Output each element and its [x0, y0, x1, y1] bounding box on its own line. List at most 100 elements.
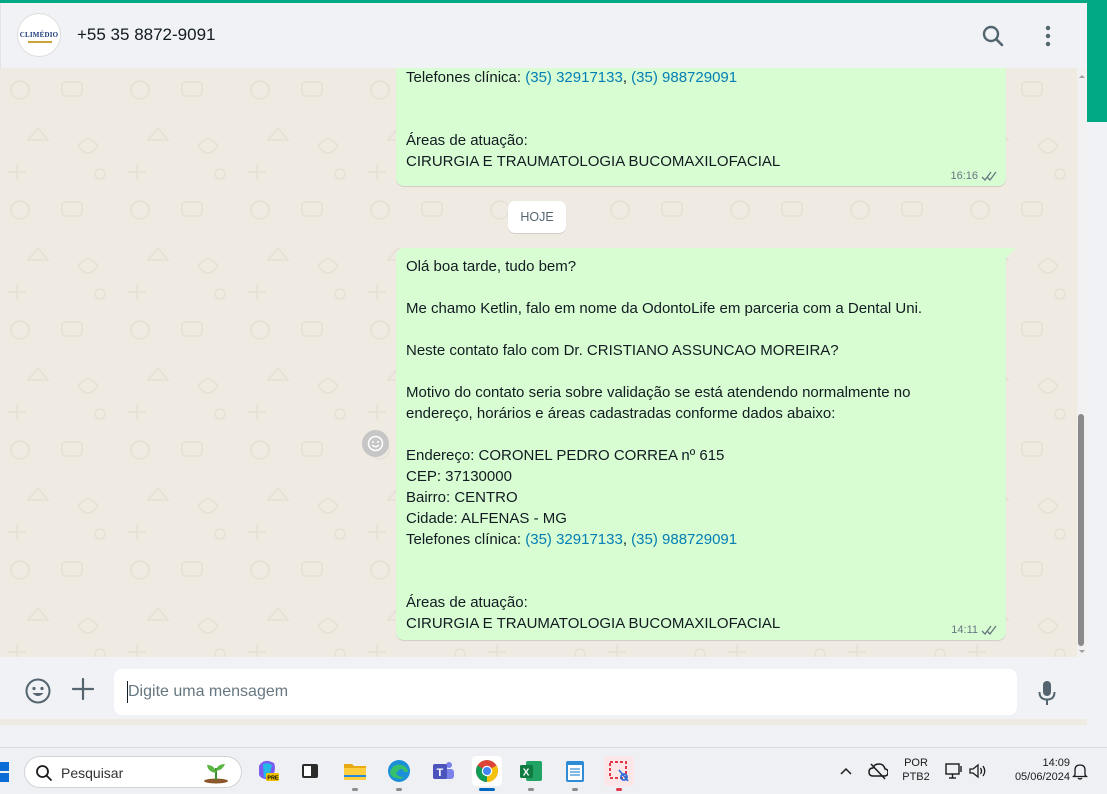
taskbar-notepad[interactable] — [560, 756, 590, 786]
message-meta: 14:11 — [951, 624, 998, 636]
edge-icon — [388, 760, 410, 782]
message-line: Motivo do contato seria sobre validação … — [406, 384, 911, 401]
taskbar-indicator-active — [479, 788, 495, 791]
start-button[interactable] — [0, 761, 10, 783]
language-indicator[interactable]: POR PTB2 — [899, 757, 933, 783]
taskbar-edge[interactable] — [384, 756, 414, 786]
scrollbar-thumb[interactable] — [1078, 414, 1084, 646]
emoji-icon — [25, 678, 51, 704]
taskbar-indicator — [572, 788, 578, 791]
search-icon — [36, 765, 52, 781]
message-line: Áreas de atuação: — [406, 594, 528, 611]
message-time: 16:16 — [950, 170, 978, 182]
phones-label: Telefones clínica: — [406, 69, 526, 86]
taskbar-snipping-tool[interactable] — [604, 756, 634, 786]
taskbar-indicator — [396, 788, 402, 791]
svg-text:X: X — [523, 768, 530, 779]
chevron-up-icon[interactable] — [839, 766, 853, 776]
window-bottom-edge — [0, 725, 1087, 747]
clock-time: 14:09 — [1042, 757, 1070, 769]
reaction-button[interactable] — [362, 430, 389, 457]
task-view-icon — [302, 764, 318, 778]
chat-header[interactable]: CLIMÉDIO +55 35 8872-9091 — [0, 3, 1087, 68]
phone-link[interactable]: (35) 32917133 — [525, 69, 623, 86]
scroll-up-arrow-icon[interactable] — [1077, 72, 1087, 82]
voice-message-button[interactable] — [1036, 679, 1058, 707]
kebab-menu-icon — [1045, 25, 1051, 47]
taskbar-copilot[interactable]: PRE — [252, 756, 282, 786]
message-bubble-outgoing[interactable]: Telefones clínica: (35) 32917133, (35) 9… — [396, 68, 1006, 186]
separator: , — [622, 69, 632, 86]
separator: , — [622, 531, 632, 548]
message-time: 14:11 — [951, 624, 978, 636]
folder-icon — [344, 764, 366, 780]
text-caret — [127, 681, 128, 703]
message-line-phones: Telefones clínica: (35) 32917133, (35) 9… — [406, 68, 780, 88]
emoji-button[interactable] — [24, 677, 52, 705]
whatsapp-chat-window: CLIMÉDIO +55 35 8872-9091 Telefones clín… — [0, 3, 1087, 747]
phones-label: Telefones clínica: — [406, 531, 526, 548]
copilot-icon: PRE — [259, 760, 279, 782]
avatar-logo-underline — [28, 41, 52, 43]
svg-text:T: T — [437, 767, 444, 779]
window-edge — [1087, 122, 1107, 747]
message-line: Áreas de atuação: — [406, 132, 528, 149]
smiley-icon — [367, 435, 384, 452]
double-check-icon — [981, 171, 997, 181]
phone-link[interactable]: (35) 32917133 — [525, 531, 623, 548]
phone-link[interactable]: (35) 988729091 — [631, 69, 737, 86]
taskbar-excel[interactable]: X — [516, 756, 546, 786]
phone-link[interactable]: (35) 988729091 — [631, 531, 737, 548]
clock-date: 05/06/2024 — [1014, 771, 1070, 783]
message-line: Endereço: CORONEL PEDRO CORREA nº 615 — [406, 447, 725, 464]
taskbar-teams[interactable]: T — [428, 756, 458, 786]
search-button[interactable] — [978, 21, 1008, 51]
scroll-down-arrow-icon[interactable] — [1077, 646, 1087, 656]
chrome-icon — [476, 760, 498, 782]
cloud-offline-icon[interactable] — [868, 762, 888, 780]
message-list[interactable]: Telefones clínica: (35) 32917133, (35) 9… — [0, 68, 1087, 657]
taskbar-chrome[interactable] — [472, 756, 502, 786]
svg-text:PRE: PRE — [267, 776, 279, 782]
message-line: Olá boa tarde, tudo bem? — [406, 258, 577, 275]
taskbar-search-box[interactable]: Pesquisar — [24, 756, 242, 788]
menu-button[interactable] — [1037, 21, 1059, 51]
plant-icon — [204, 764, 228, 784]
taskbar-search-label: Pesquisar — [61, 765, 124, 781]
message-line: Bairro: CENTRO — [406, 489, 518, 506]
avatar[interactable]: CLIMÉDIO — [17, 13, 61, 57]
notepad-icon — [566, 761, 584, 782]
date-divider: HOJE — [508, 201, 566, 233]
windows-taskbar: Pesquisar PRE T X POR PTB2 14:09 05/06/2… — [0, 747, 1107, 794]
volume-icon[interactable] — [968, 762, 988, 780]
system-clock[interactable]: 14:09 05/06/2024 — [998, 757, 1070, 783]
message-line: Me chamo Ketlin, falo em nome da OdontoL… — [406, 300, 923, 317]
message-input[interactable] — [114, 669, 1017, 715]
snipping-tool-icon — [609, 761, 629, 782]
taskbar-task-view[interactable] — [295, 756, 325, 786]
chat-scrollbar[interactable] — [1077, 68, 1087, 657]
message-line-phones: Telefones clínica: (35) 32917133, (35) 9… — [406, 529, 922, 550]
contact-name[interactable]: +55 35 8872-9091 — [77, 25, 216, 45]
avatar-logo-text: CLIMÉDIO — [19, 31, 59, 39]
message-composer — [0, 657, 1087, 719]
taskbar-file-explorer[interactable] — [340, 756, 370, 786]
plus-icon — [71, 677, 95, 701]
attach-button[interactable] — [71, 677, 95, 701]
teams-icon: T — [433, 762, 454, 779]
message-meta: 16:16 — [950, 170, 998, 182]
taskbar-indicator — [528, 788, 534, 791]
message-line: endereço, horários e áreas cadastradas c… — [406, 405, 836, 422]
notification-bell-icon[interactable] — [1072, 762, 1088, 780]
network-icon[interactable] — [944, 762, 964, 780]
message-bubble-outgoing[interactable]: Olá boa tarde, tudo bem? Me chamo Ketlin… — [396, 248, 1006, 640]
windows-logo-icon — [0, 762, 9, 782]
microphone-icon — [1038, 681, 1056, 705]
